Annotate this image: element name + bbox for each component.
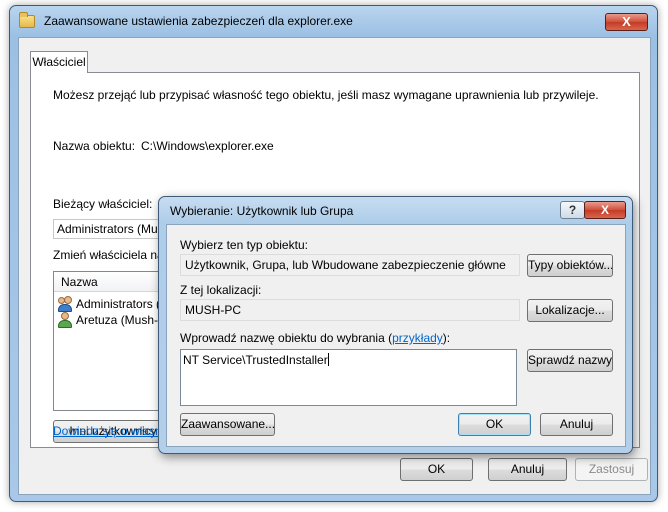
object-type-label: Wybierz ten typ obiektu: <box>180 238 308 252</box>
current-owner-label: Bieżący właściciel: <box>53 197 153 211</box>
object-types-button[interactable]: Typy obiektów... <box>527 254 613 277</box>
dialog-client-area: Wybierz ten typ obiektu: Użytkownik, Gru… <box>166 224 626 447</box>
main-title-bar[interactable]: Zaawansowane ustawienia zabezpieczeń dla… <box>10 6 657 36</box>
main-close-button[interactable]: X <box>605 13 648 31</box>
select-user-dialog: Wybieranie: Użytkownik lub Grupa ? X Wyb… <box>158 196 633 454</box>
examples-link[interactable]: przykłady <box>392 331 443 345</box>
folder-icon <box>19 12 35 28</box>
check-names-button[interactable]: Sprawdź nazwy <box>527 349 613 372</box>
object-type-field: Użytkownik, Grupa, lub Wbudowane zabezpi… <box>180 254 520 276</box>
owner-description: Możesz przejąć lub przypisać własność te… <box>53 88 599 102</box>
location-field: MUSH-PC <box>180 299 520 321</box>
main-ok-button[interactable]: OK <box>400 458 473 481</box>
locations-button[interactable]: Lokalizacje... <box>527 299 613 322</box>
list-header-name: Nazwa <box>61 275 98 289</box>
location-label: Z tej lokalizacji: <box>180 283 262 297</box>
help-button[interactable]: ? <box>560 201 585 219</box>
change-owner-label: Zmień właściciela na: <box>53 248 168 262</box>
main-cancel-button[interactable]: Anuluj <box>488 458 567 481</box>
apply-button[interactable]: Zastosuj <box>575 458 648 481</box>
dialog-close-button[interactable]: X <box>584 201 626 219</box>
dialog-title: Wybieranie: Użytkownik lub Grupa <box>170 204 354 218</box>
object-name-label: Nazwa obiektu: <box>53 139 136 153</box>
advanced-button[interactable]: Zaawansowane... <box>180 413 275 436</box>
object-name-value: C:\Windows\explorer.exe <box>141 139 274 153</box>
enter-name-label: Wprowadź nazwę obiektu do wybrania (przy… <box>180 331 451 345</box>
main-window-title: Zaawansowane ustawienia zabezpieczeń dla… <box>44 14 353 28</box>
object-name-input[interactable]: NT Service\TrustedInstaller <box>180 349 517 406</box>
tab-owner[interactable]: Właściciel <box>30 51 88 73</box>
group-icon <box>57 296 73 312</box>
dialog-cancel-button[interactable]: Anuluj <box>540 413 613 436</box>
user-icon <box>57 312 73 328</box>
dialog-ok-button[interactable]: OK <box>458 413 531 436</box>
